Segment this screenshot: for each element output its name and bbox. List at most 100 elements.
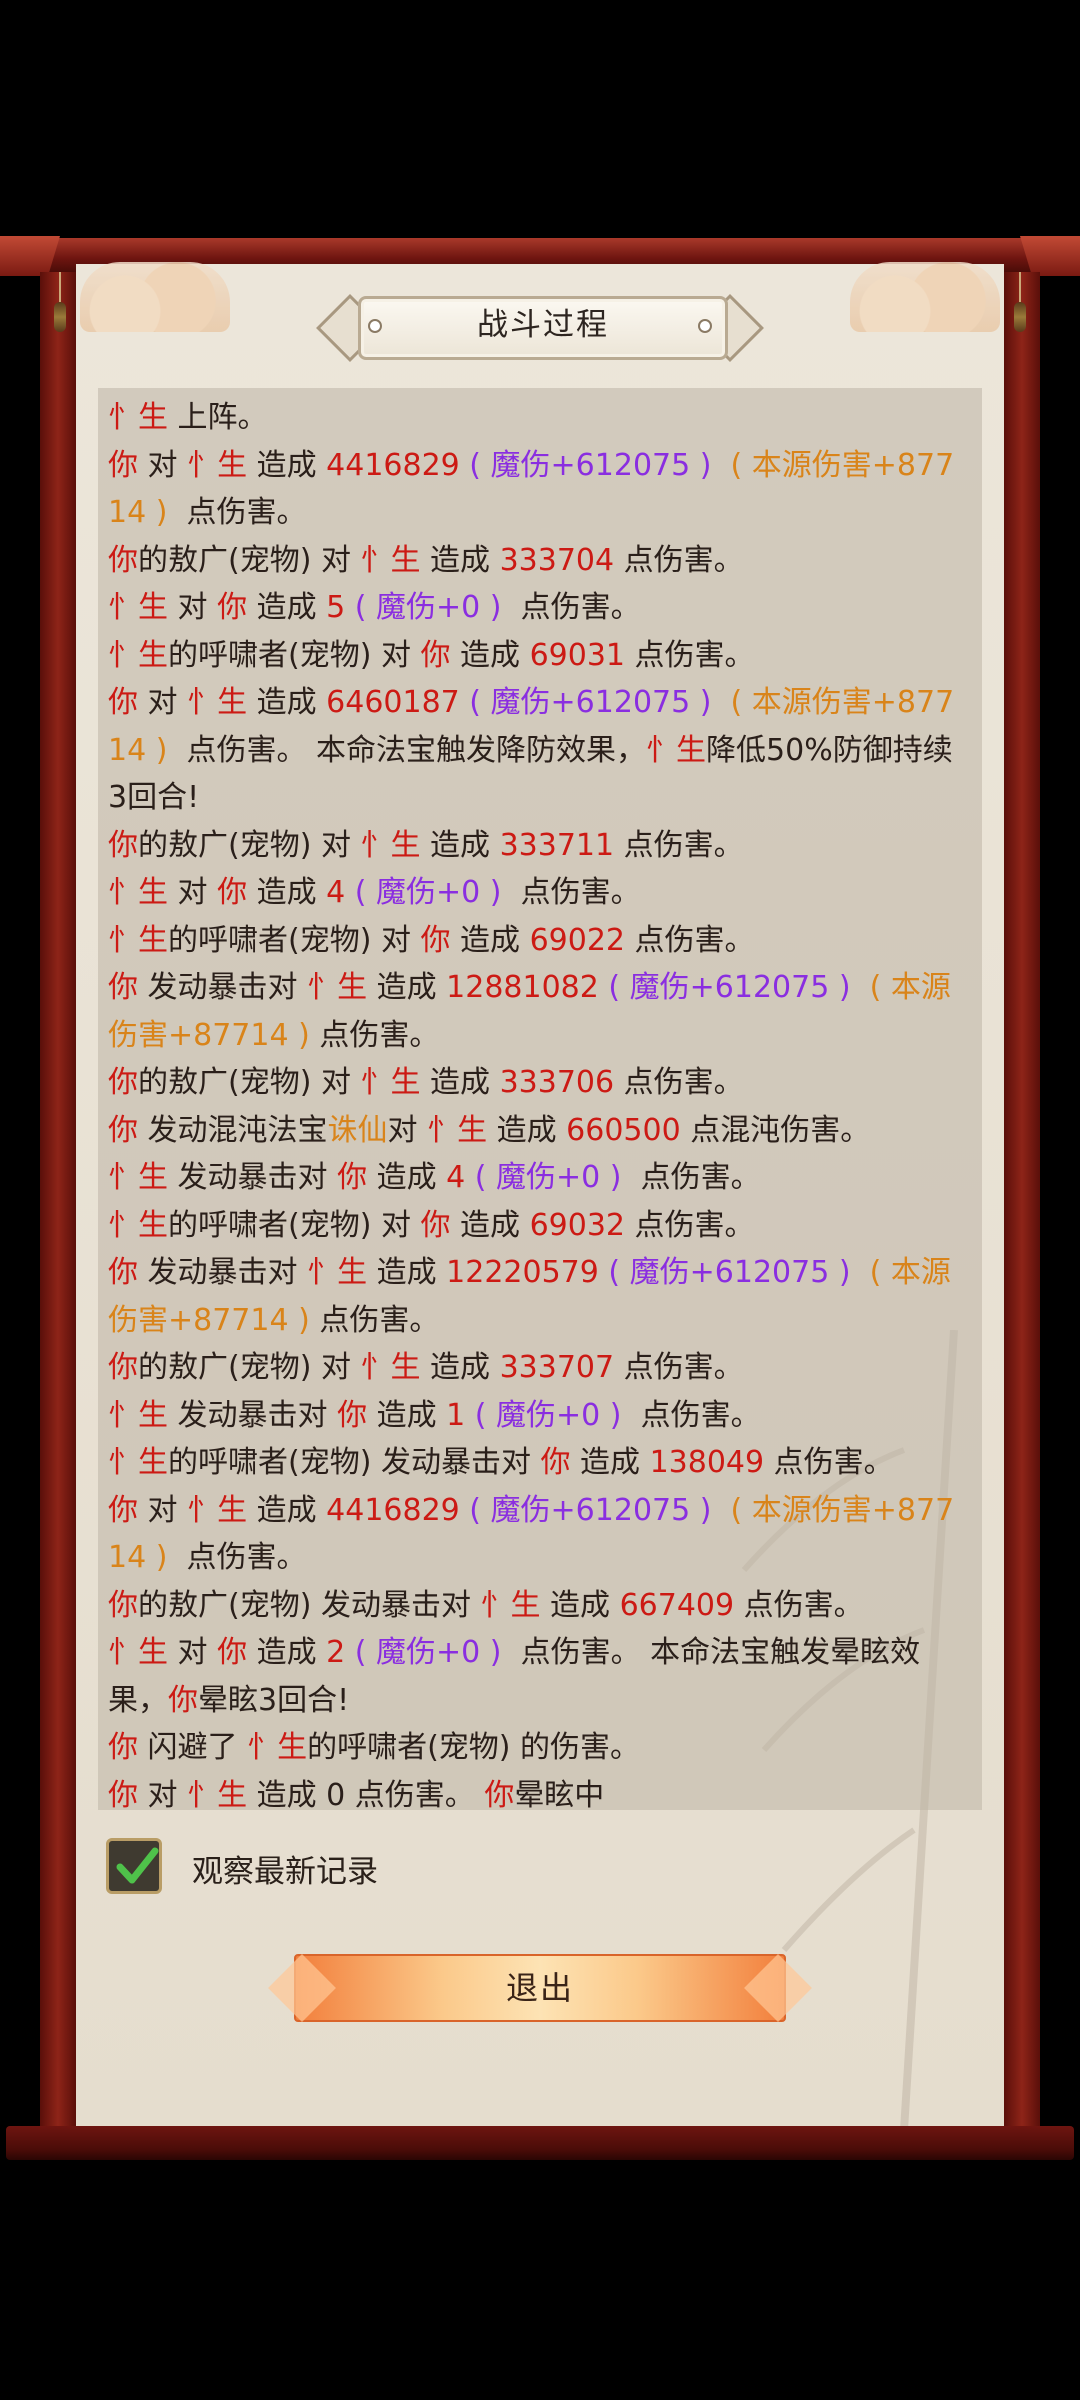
log-segment: 忄生 bbox=[187, 447, 248, 483]
log-entry: 忄生 发动暴击对 你 造成 4 ( 魔伤+0 ) 点伤害。 bbox=[108, 1154, 970, 1202]
log-segment: 忄生 bbox=[187, 685, 248, 720]
log-segment: 忄生 bbox=[108, 1397, 168, 1433]
log-segment: 你 bbox=[108, 1065, 138, 1100]
log-entry: 忄生 上阵。 bbox=[108, 394, 970, 442]
log-segment: 对 bbox=[168, 875, 218, 910]
log-segment: 点伤害。 bbox=[625, 1207, 755, 1243]
log-segment: 忄生 bbox=[360, 827, 421, 863]
log-entry: 你 对 忄生 造成 4416829 ( 魔伤+612075 ) ( 本源伤害+8… bbox=[108, 1487, 970, 1582]
log-segment: 你 bbox=[337, 1160, 368, 1195]
log-entry: 你 对 忄生 造成 6460187 ( 魔伤+612075 ) ( 本源伤害+8… bbox=[108, 679, 970, 822]
log-segment: 忄生 bbox=[480, 1587, 541, 1623]
log-segment: 对 bbox=[168, 590, 218, 625]
log-entry: 忄生 发动暴击对 你 造成 1 ( 魔伤+0 ) 点伤害。 bbox=[108, 1392, 970, 1440]
log-segment: 造成 bbox=[420, 1065, 500, 1100]
log-segment: 你 bbox=[108, 827, 138, 863]
log-segment: ( 魔伤+0 ) bbox=[345, 590, 512, 625]
log-segment: 点伤害。 bbox=[511, 875, 641, 910]
watch-latest-checkbox[interactable] bbox=[106, 1838, 162, 1894]
log-segment: 69032 bbox=[529, 1207, 625, 1243]
log-segment: 造成 bbox=[247, 1492, 327, 1528]
cloud-ornament-left-icon bbox=[80, 262, 230, 332]
log-segment: 忄生 bbox=[247, 1730, 308, 1765]
log-segment: 对 bbox=[387, 1112, 428, 1148]
cloud-ornament-right-icon bbox=[850, 262, 1000, 332]
log-segment: 造成 bbox=[420, 827, 500, 863]
log-segment: 4416829 bbox=[326, 447, 460, 483]
log-segment: 点伤害。 bbox=[511, 590, 641, 625]
log-segment: 造成 bbox=[420, 1350, 500, 1385]
log-segment: 333704 bbox=[499, 542, 615, 578]
log-entry: 忄生的呼啸者(宠物) 对 你 造成 69022 点伤害。 bbox=[108, 917, 970, 965]
log-segment: 333707 bbox=[499, 1350, 615, 1385]
log-segment: 晕眩中 bbox=[514, 1777, 605, 1811]
log-entry: 你的敖广(宠物) 对 忄生 造成 333707 点伤害。 bbox=[108, 1344, 970, 1392]
log-segment: 点伤害。 bbox=[319, 1017, 440, 1053]
log-segment: 你 bbox=[420, 637, 451, 673]
checkmark-icon bbox=[116, 1847, 159, 1884]
scroll-left-post bbox=[40, 272, 76, 2128]
log-segment: 忄生 bbox=[187, 1777, 248, 1811]
log-segment: 2 bbox=[326, 1635, 346, 1670]
log-segment: 你 bbox=[484, 1777, 515, 1811]
log-segment: 333711 bbox=[499, 827, 615, 863]
log-entry: 忄生 对 你 造成 4 ( 魔伤+0 ) 点伤害。 bbox=[108, 869, 970, 917]
log-segment: 你 bbox=[108, 1255, 138, 1290]
log-segment: 你 bbox=[217, 875, 248, 910]
log-segment: 点混沌伤害。 bbox=[680, 1112, 871, 1148]
battle-log-list: 忄生 上阵。你 对 忄生 造成 4416829 ( 魔伤+612075 ) ( … bbox=[108, 394, 970, 1810]
battle-log-scroll: 战斗过程 忄生 上阵。你 对 忄生 造成 4416829 ( 魔伤+612075… bbox=[0, 238, 1080, 2160]
log-segment: 造成 bbox=[450, 637, 530, 673]
log-entry: 你 发动暴击对 忄生 造成 12881082 ( 魔伤+612075 ) ( 本… bbox=[108, 964, 970, 1059]
log-entry: 你的敖广(宠物) 对 忄生 造成 333711 点伤害。 bbox=[108, 822, 970, 870]
log-segment: 点伤害。 bbox=[734, 1587, 864, 1623]
log-segment: 点伤害。 bbox=[625, 637, 755, 673]
log-segment: 发动暴击对 bbox=[138, 1255, 308, 1290]
log-segment: 忄生 bbox=[307, 1255, 368, 1290]
log-entry: 你的敖广(宠物) 发动暴击对 忄生 造成 667409 点伤害。 bbox=[108, 1582, 970, 1630]
log-segment: ( 魔伤+0 ) bbox=[465, 1160, 632, 1195]
log-segment: 造成 bbox=[247, 875, 327, 910]
log-segment: 忄生 bbox=[646, 732, 707, 768]
log-segment: 造成 bbox=[450, 1207, 530, 1243]
log-segment: 点伤害。 bbox=[614, 542, 744, 578]
log-segment: 4 bbox=[446, 1160, 466, 1195]
log-segment: 对 bbox=[168, 1635, 218, 1670]
log-segment: 忄生 bbox=[108, 875, 168, 910]
log-segment: 忄生 bbox=[108, 590, 168, 625]
log-segment: 造成 bbox=[247, 590, 327, 625]
log-segment: 点伤害。 bbox=[764, 1445, 894, 1480]
log-segment: 138049 bbox=[649, 1445, 765, 1480]
log-segment: 你 bbox=[540, 1445, 571, 1480]
log-segment: 造成 bbox=[247, 447, 327, 483]
log-entry: 忄生 对 你 造成 2 ( 魔伤+0 ) 点伤害。 本命法宝触发晕眩效果，你晕眩… bbox=[108, 1629, 970, 1724]
log-segment: 5 bbox=[326, 590, 346, 625]
log-segment: 点伤害。 bbox=[176, 495, 307, 530]
log-segment: 对 bbox=[138, 685, 188, 720]
log-segment: 发动暴击对 bbox=[168, 1397, 338, 1433]
log-segment: 造成 bbox=[420, 542, 500, 578]
log-entry: 忄生的呼啸者(宠物) 对 你 造成 69032 点伤害。 bbox=[108, 1202, 970, 1250]
log-segment: 造成 bbox=[367, 1160, 447, 1195]
log-segment: 667409 bbox=[619, 1587, 735, 1623]
log-segment: 上阵。 bbox=[168, 400, 268, 435]
log-segment: 12220579 bbox=[446, 1255, 599, 1290]
log-segment: 你 bbox=[108, 1350, 138, 1385]
log-segment: 的敖广(宠物) 发动暴击对 bbox=[138, 1587, 481, 1623]
log-segment: ( 魔伤+612075 ) bbox=[459, 685, 721, 720]
log-segment: 忄生 bbox=[108, 1635, 168, 1670]
battle-log-panel[interactable]: 忄生 上阵。你 对 忄生 造成 4416829 ( 魔伤+612075 ) ( … bbox=[98, 388, 982, 1810]
log-segment: 你 bbox=[108, 1112, 138, 1148]
log-segment: ( 魔伤+612075 ) bbox=[598, 970, 861, 1005]
log-segment: 晕眩3回合! bbox=[198, 1682, 350, 1718]
log-segment: 的敖广(宠物) 对 bbox=[138, 542, 361, 578]
log-entry: 你的敖广(宠物) 对 忄生 造成 333704 点伤害。 bbox=[108, 537, 970, 585]
log-entry: 你 对 忄生 造成 4416829 ( 魔伤+612075 ) ( 本源伤害+8… bbox=[108, 442, 970, 537]
log-segment: 的呼啸者(宠物) 发动暴击对 bbox=[168, 1445, 541, 1480]
exit-button[interactable]: 退出 bbox=[294, 1954, 786, 2022]
log-segment: 闪避了 bbox=[138, 1730, 248, 1765]
log-segment: 你 bbox=[337, 1397, 368, 1433]
log-segment: 忄生 bbox=[360, 1065, 421, 1100]
log-segment: 造成 bbox=[570, 1445, 650, 1480]
log-segment: 你 bbox=[108, 542, 138, 578]
